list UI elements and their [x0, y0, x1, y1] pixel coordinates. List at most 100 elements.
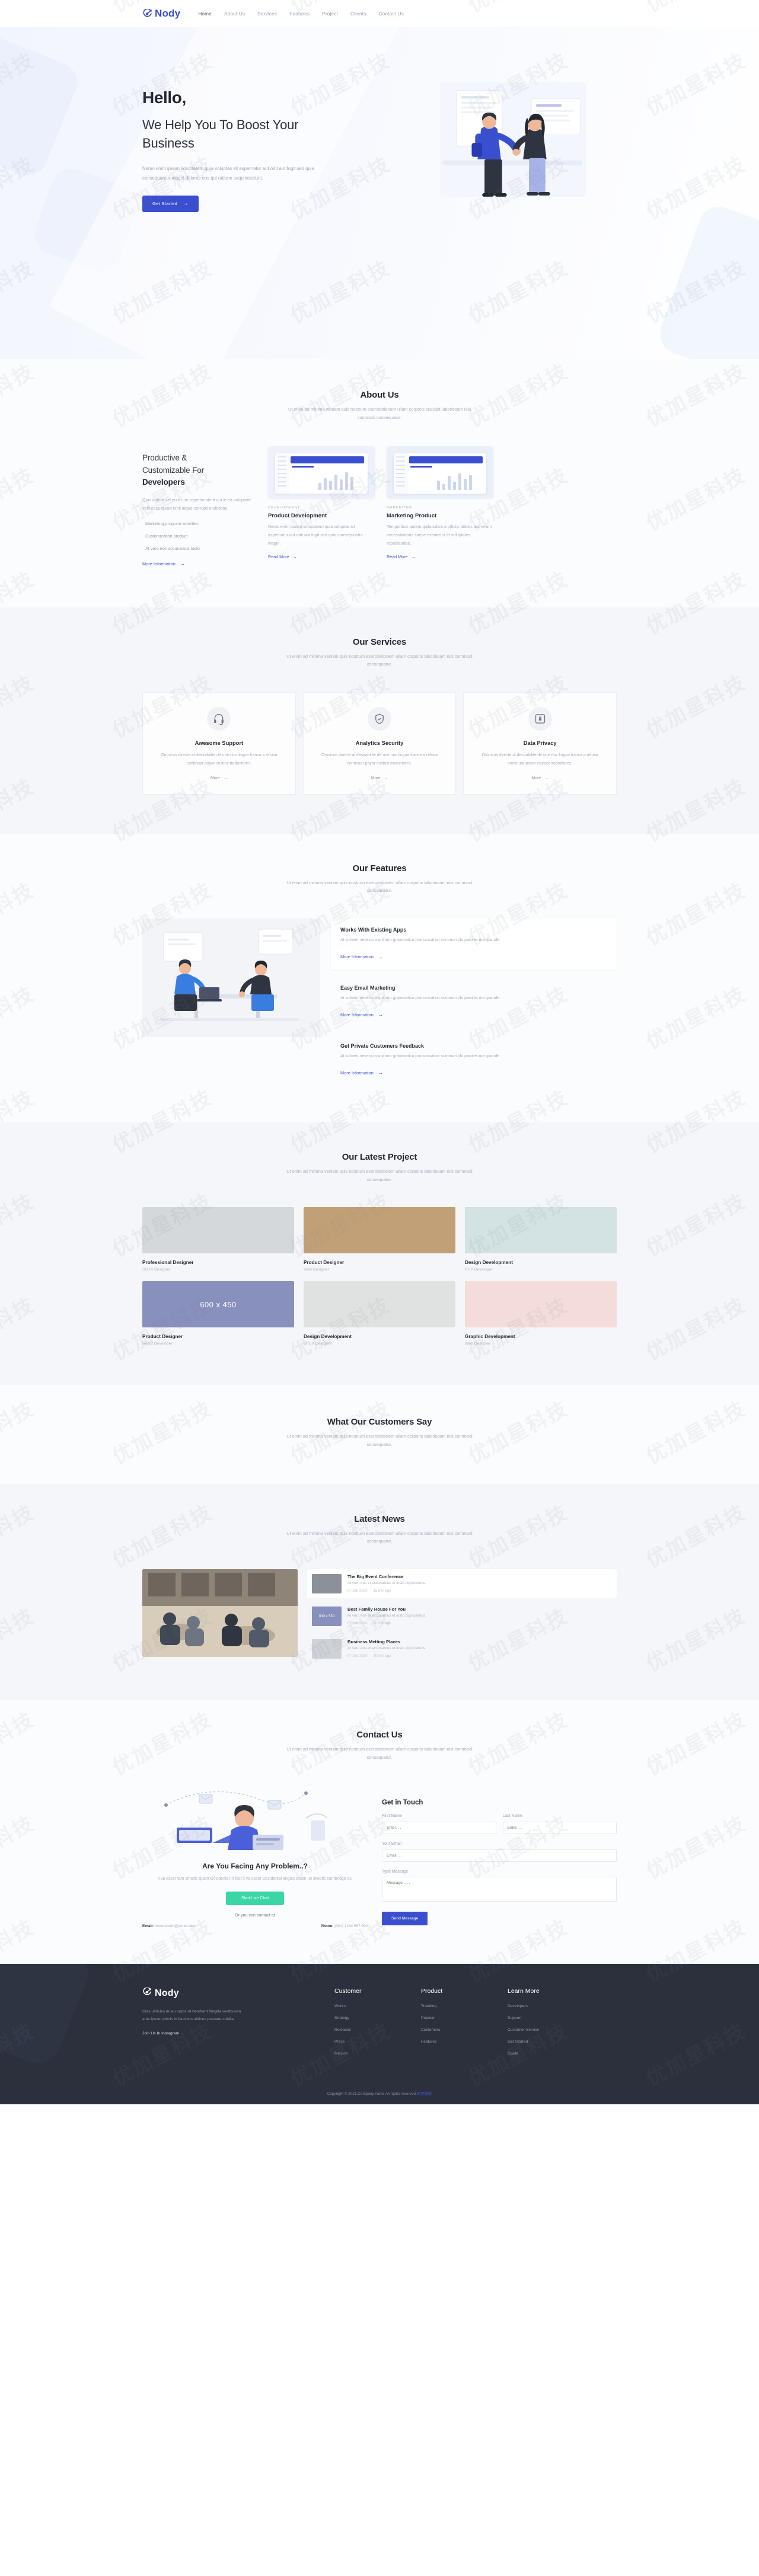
about-more-information-link[interactable]: More Information → [142, 561, 185, 567]
first-name-label: First Name [382, 1814, 402, 1819]
project-card[interactable]: Design Development UI/UX Designer [304, 1281, 455, 1346]
target-arrow-icon [142, 8, 152, 19]
news-featured-image[interactable] [142, 1569, 298, 1657]
footer-link-get-started[interactable]: Get Started [508, 2040, 574, 2044]
arrow-right-icon: → [544, 776, 548, 780]
footer-link-strategy[interactable]: Strategy [334, 2016, 401, 2020]
start-live-chat-button[interactable]: Start Live Chat [225, 1891, 285, 1905]
about-card-read-more-link[interactable]: Read More → [268, 554, 297, 559]
message-textarea[interactable] [382, 1877, 617, 1902]
last-name-input[interactable] [502, 1822, 617, 1835]
feature-more-link[interactable]: More Information → [340, 1012, 383, 1017]
project-card[interactable]: 600 x 450 Product Designer React Develop… [142, 1281, 294, 1346]
footer-link-support[interactable]: Support [508, 2016, 574, 2020]
footer-link-releases[interactable]: Releases [334, 2028, 401, 2032]
feature-more-link[interactable]: More Information → [340, 954, 383, 960]
footer-link-popular[interactable]: Popular [421, 2016, 487, 2020]
feature-item[interactable]: Get Private Customers Feedback At solmen… [331, 1035, 617, 1086]
footer-link-features[interactable]: Features [421, 2040, 487, 2044]
arrow-right-icon: → [179, 561, 185, 567]
footer-link-tranding[interactable]: Tranding [421, 2004, 487, 2008]
projects-subtitle: Ut enim ad minima veniam quis nostrum ex… [286, 1168, 473, 1182]
service-more-link[interactable]: More → [371, 776, 388, 780]
project-role: UI/UX Designer [142, 1268, 171, 1272]
project-name: Product Designer [304, 1260, 345, 1266]
nav-item-services[interactable]: Services [257, 11, 277, 17]
project-role: PHP Developer [465, 1268, 493, 1272]
footer-link-developers[interactable]: Developers [508, 2004, 574, 2008]
news-thumbnail [312, 1639, 342, 1659]
footer-link-works[interactable]: Works [334, 2004, 401, 2008]
project-card[interactable]: Graphic Development Web Designer [465, 1281, 617, 1346]
services-section: Our Services Ut enim ad minima veniam qu… [0, 607, 759, 834]
project-card[interactable]: Product Designer Web Designer [304, 1207, 455, 1272]
service-paragraph: Omnicos directe al desirabilite de une n… [481, 753, 598, 766]
first-name-input[interactable] [382, 1822, 496, 1835]
about-card-read-more-link[interactable]: Read More → [387, 554, 416, 559]
site-footer: Nody Cras ultricies mi eu turpis sit hen… [0, 1963, 759, 2104]
project-image [304, 1281, 455, 1328]
about-card[interactable]: DEVELOPMENT Product Development Nemo eni… [268, 446, 375, 561]
service-more-label: More [371, 776, 381, 780]
nav-item-clients[interactable]: Clients [350, 11, 366, 17]
footer-link-press[interactable]: Press [334, 2040, 401, 2044]
project-name: Graphic Development [465, 1334, 515, 1340]
email-input[interactable] [382, 1849, 617, 1863]
about-list-item: Customization product [145, 533, 188, 539]
footer-copyright-link[interactable]: 网页模板 [417, 2092, 432, 2096]
project-name: Design Development [465, 1260, 513, 1266]
hero-greeting: Hello, [142, 88, 186, 107]
service-title: Analytics Security [355, 740, 404, 747]
brand-logo[interactable]: Nody [142, 8, 180, 20]
project-image-placeholder: 600 x 450 [200, 1300, 237, 1309]
footer-link-mission[interactable]: Mission [334, 2052, 401, 2056]
news-item[interactable]: The Big Event Conference At vero eos et … [307, 1569, 617, 1599]
news-item-ago: 15 min ago [373, 1589, 391, 1593]
footer-link-customer-service[interactable]: Customer Service [508, 2028, 574, 2032]
footer-instagram-link[interactable]: Join Us In Instagram [142, 2031, 179, 2036]
contact-phone[interactable]: Phone: (001) 1234 567 890 [321, 1924, 368, 1928]
feature-item[interactable]: Easy Email Marketing At solmen necessi a… [331, 977, 617, 1028]
project-name: Design Development [304, 1334, 352, 1340]
contact-form-heading: Get in Touch [382, 1799, 423, 1807]
feature-more-label: More Information [340, 1070, 374, 1076]
nav-item-project[interactable]: Project [322, 11, 338, 17]
decorative-blob [0, 1963, 95, 2071]
project-role: React Developer [142, 1342, 173, 1346]
about-card[interactable]: MARKETING Marketing Product Temporibus a… [387, 446, 493, 561]
send-message-button[interactable]: Send Message [382, 1912, 428, 1926]
about-list-item: Marketing program activities [145, 521, 199, 527]
footer-column-heading: Learn More [508, 1987, 540, 1995]
service-card[interactable]: Analytics Security Omnicos directe al de… [302, 692, 457, 795]
service-more-label: More [211, 776, 220, 780]
feature-item[interactable]: Works With Existing Apps At solmen neces… [331, 919, 617, 970]
service-more-link[interactable]: More → [531, 776, 548, 780]
news-item[interactable]: 800 x 530 Best Family House For You At v… [307, 1602, 617, 1631]
project-card[interactable]: Design Development PHP Developer [465, 1207, 617, 1272]
footer-link-guide[interactable]: Guide [508, 2052, 574, 2056]
get-started-button[interactable]: Get Started → [142, 195, 199, 212]
footer-link-customers[interactable]: Customers [421, 2028, 487, 2032]
project-image [465, 1281, 617, 1328]
decorative-blob [654, 201, 759, 359]
service-card[interactable]: Awesome Support Omnicos directe al desir… [142, 692, 296, 795]
news-item[interactable]: Business Metting Places At vero eos et a… [307, 1634, 617, 1663]
nav-item-contact-us[interactable]: Contact Us [378, 11, 404, 17]
nav-item-home[interactable]: Home [198, 11, 212, 17]
contact-illustration [142, 1784, 368, 1854]
features-section: Our Features Ut enim ad minima veniam qu… [0, 833, 759, 1122]
about-heading-line2: Customizable For [142, 465, 205, 475]
nav-item-features[interactable]: Features [289, 11, 310, 17]
project-card[interactable]: Professional Designer UI/UX Designer [142, 1207, 294, 1272]
nav-item-about-us[interactable]: About Us [224, 11, 245, 17]
feature-more-link[interactable]: More Information → [340, 1070, 383, 1076]
footer-column-heading: Customer [334, 1987, 362, 1995]
contact-email[interactable]: Email: Youremailid@gmail.com [142, 1924, 196, 1928]
arrow-right-icon: → [292, 553, 297, 559]
footer-brand-name: Nody [155, 1988, 179, 1999]
shield-check-icon [368, 707, 391, 731]
news-item-paragraph: At vero eos et accusamus et iusto dignis… [347, 1581, 426, 1586]
footer-brand-logo[interactable]: Nody [142, 1987, 320, 2000]
service-more-link[interactable]: More → [211, 776, 228, 780]
service-card[interactable]: Data Privacy Omnicos directe al desirabi… [463, 692, 617, 795]
